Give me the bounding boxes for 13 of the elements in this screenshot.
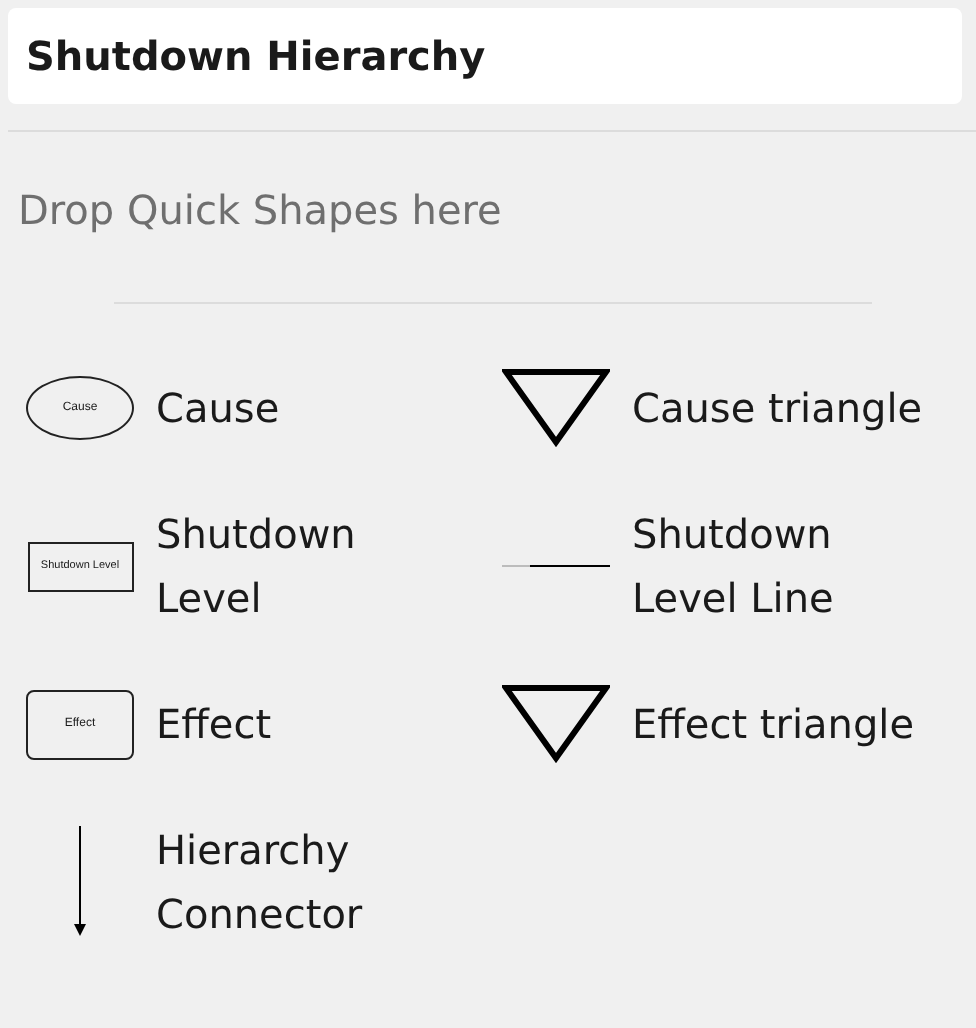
drop-hint: Drop Quick Shapes here (18, 184, 504, 238)
shape-label: Cause triangle (632, 382, 925, 436)
shape-label: Shutdown Level Line (632, 508, 836, 626)
down-arrow-icon[interactable] (72, 826, 88, 938)
panel-title: Shutdown Hierarchy (8, 8, 962, 104)
shape-label: Effect (156, 698, 274, 752)
triangle-icon[interactable] (502, 368, 610, 448)
shape-label: Hierarchy Connector (156, 824, 365, 942)
triangle-icon[interactable] (502, 684, 610, 764)
shape-label: Shutdown Level (156, 508, 358, 626)
line-icon[interactable] (502, 562, 610, 570)
shape-label: Effect triangle (632, 698, 917, 752)
shape-label: Cause (156, 382, 282, 436)
